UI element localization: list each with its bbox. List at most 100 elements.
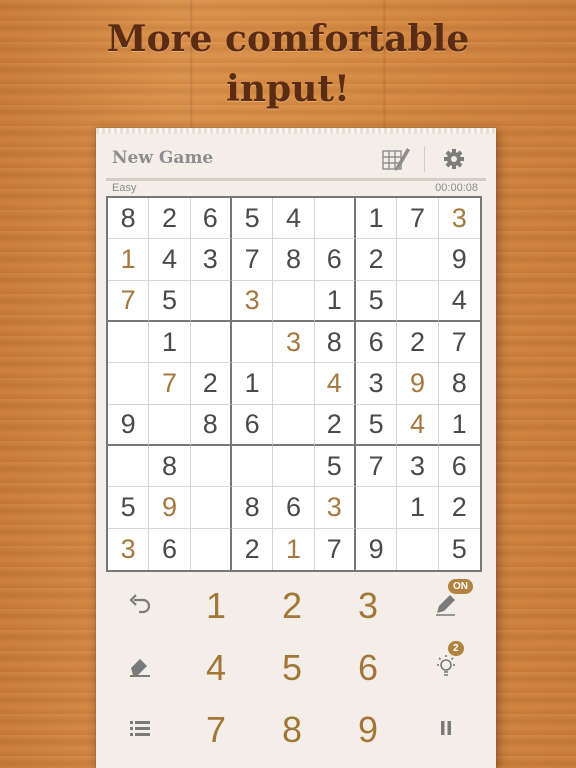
number-key-8[interactable]: 8 xyxy=(254,700,330,760)
board-cell-r1c8[interactable]: 7 xyxy=(397,198,439,240)
board-cell-r3c4[interactable]: 3 xyxy=(231,280,274,322)
board-cell-r3c3[interactable] xyxy=(190,280,232,322)
number-key-7[interactable]: 7 xyxy=(178,700,254,760)
board-cell-r8c8[interactable]: 1 xyxy=(397,487,439,529)
number-key-1[interactable]: 1 xyxy=(178,576,254,636)
undo-button[interactable] xyxy=(110,576,170,636)
board-cell-r8c3[interactable] xyxy=(190,487,232,529)
board-cell-r3c6[interactable]: 1 xyxy=(314,280,356,322)
board-cell-r2c4[interactable]: 7 xyxy=(231,239,274,281)
board-cell-r5c9[interactable]: 8 xyxy=(438,363,480,405)
notes-toggle-button[interactable]: ON xyxy=(416,576,476,636)
board-cell-r1c1[interactable]: 8 xyxy=(108,198,150,240)
board-cell-r1c7[interactable]: 1 xyxy=(355,198,398,240)
board-cell-r4c6[interactable]: 8 xyxy=(314,321,356,364)
board-cell-r7c9[interactable]: 6 xyxy=(438,446,480,488)
board-cell-r7c8[interactable]: 3 xyxy=(397,445,439,488)
board-cell-r7c3[interactable] xyxy=(190,445,232,488)
headline-line-2: input! xyxy=(226,68,350,110)
board-cell-r4c2[interactable]: 1 xyxy=(149,321,191,364)
board-cell-r4c5[interactable]: 3 xyxy=(273,321,315,364)
board-cell-r7c1[interactable] xyxy=(108,445,150,488)
board-cell-r9c1[interactable]: 3 xyxy=(108,528,150,570)
number-key-2[interactable]: 2 xyxy=(254,576,330,636)
board-cell-r5c5[interactable] xyxy=(273,363,315,405)
board-cell-r1c3[interactable]: 6 xyxy=(190,198,232,240)
board-cell-r5c7[interactable]: 3 xyxy=(355,363,398,405)
board-cell-r7c6[interactable]: 5 xyxy=(314,445,356,488)
board-cell-r6c6[interactable]: 2 xyxy=(314,404,356,446)
board-cell-r4c9[interactable]: 7 xyxy=(438,322,480,364)
board-cell-r9c3[interactable] xyxy=(191,528,232,570)
board-cell-r8c9[interactable]: 2 xyxy=(438,487,480,529)
board-cell-r8c4[interactable]: 8 xyxy=(231,487,274,529)
board-cell-r5c6[interactable]: 4 xyxy=(314,363,356,405)
grid-pencil-icon[interactable] xyxy=(380,143,412,175)
new-game-button[interactable]: New Game xyxy=(112,148,213,168)
number-key-3[interactable]: 3 xyxy=(330,576,406,636)
board-cell-r7c7[interactable]: 7 xyxy=(355,445,398,488)
board-cell-r9c8[interactable] xyxy=(397,528,439,570)
erase-button[interactable] xyxy=(110,638,170,698)
board-cell-r9c9[interactable]: 5 xyxy=(439,529,480,570)
board-cell-r1c5[interactable]: 4 xyxy=(273,198,315,240)
board-cell-r5c3[interactable]: 2 xyxy=(190,363,232,405)
gear-icon[interactable] xyxy=(440,145,468,173)
board-cell-r6c2[interactable] xyxy=(149,404,191,446)
board-cell-r3c2[interactable]: 5 xyxy=(149,280,191,322)
board-cell-r4c4[interactable] xyxy=(231,321,274,364)
board-cell-r2c7[interactable]: 2 xyxy=(355,239,398,281)
board-cell-r6c7[interactable]: 5 xyxy=(355,404,398,446)
number-key-5[interactable]: 5 xyxy=(254,638,330,698)
board-cell-r6c9[interactable]: 1 xyxy=(438,405,480,446)
board-cell-r6c1[interactable]: 9 xyxy=(108,404,150,446)
board-cell-r3c8[interactable] xyxy=(397,280,439,322)
board-cell-r9c6[interactable]: 7 xyxy=(315,528,356,570)
board-cell-r9c4[interactable]: 2 xyxy=(232,528,274,570)
board-cell-r1c4[interactable]: 5 xyxy=(231,198,274,240)
board-cell-r8c5[interactable]: 6 xyxy=(273,487,315,529)
board-cell-r6c8[interactable]: 4 xyxy=(397,404,439,446)
board-cell-r5c1[interactable] xyxy=(108,363,150,405)
board-cell-r2c9[interactable]: 9 xyxy=(438,239,480,281)
board-cell-r3c9[interactable]: 4 xyxy=(438,281,480,322)
board-cell-r2c1[interactable]: 1 xyxy=(108,239,150,281)
board-cell-r2c8[interactable] xyxy=(397,239,439,281)
board-cell-r2c3[interactable]: 3 xyxy=(190,239,232,281)
board-cell-r3c1[interactable]: 7 xyxy=(108,280,150,322)
board-cell-r9c7[interactable]: 9 xyxy=(356,528,398,570)
board-cell-r7c4[interactable] xyxy=(231,445,274,488)
board-cell-r3c5[interactable] xyxy=(273,280,315,322)
number-key-4[interactable]: 4 xyxy=(178,638,254,698)
board-cell-r9c2[interactable]: 6 xyxy=(149,528,191,570)
board-cell-r1c2[interactable]: 2 xyxy=(149,198,191,240)
board-cell-r1c9[interactable]: 3 xyxy=(438,198,480,240)
board-cell-r8c7[interactable] xyxy=(355,487,398,529)
board-cell-r3c7[interactable]: 5 xyxy=(355,280,398,322)
board-cell-r9c5[interactable]: 1 xyxy=(273,528,315,570)
board-cell-r2c6[interactable]: 6 xyxy=(314,239,356,281)
board-cell-r7c2[interactable]: 8 xyxy=(149,445,191,488)
board-cell-r4c1[interactable] xyxy=(108,321,150,364)
board-cell-r6c5[interactable] xyxy=(273,404,315,446)
hint-button[interactable]: 2 xyxy=(416,638,476,698)
board-cell-r4c8[interactable]: 2 xyxy=(397,321,439,364)
board-cell-r2c5[interactable]: 8 xyxy=(273,239,315,281)
pause-button[interactable] xyxy=(416,700,476,760)
board-cell-r1c6[interactable] xyxy=(314,198,356,240)
board-cell-r5c2[interactable]: 7 xyxy=(149,363,191,405)
board-cell-r4c3[interactable] xyxy=(190,321,232,364)
board-cell-r2c2[interactable]: 4 xyxy=(149,239,191,281)
number-key-9[interactable]: 9 xyxy=(330,700,406,760)
board-cell-r5c4[interactable]: 1 xyxy=(231,363,274,405)
number-key-6[interactable]: 6 xyxy=(330,638,406,698)
board-cell-r8c1[interactable]: 5 xyxy=(108,487,150,529)
board-cell-r5c8[interactable]: 9 xyxy=(397,363,439,405)
board-cell-r7c5[interactable] xyxy=(273,445,315,488)
board-cell-r6c4[interactable]: 6 xyxy=(231,404,274,446)
board-cell-r4c7[interactable]: 6 xyxy=(355,321,398,364)
board-cell-r8c2[interactable]: 9 xyxy=(149,487,191,529)
menu-button[interactable] xyxy=(110,700,170,760)
board-cell-r8c6[interactable]: 3 xyxy=(314,487,356,529)
board-cell-r6c3[interactable]: 8 xyxy=(190,404,232,446)
